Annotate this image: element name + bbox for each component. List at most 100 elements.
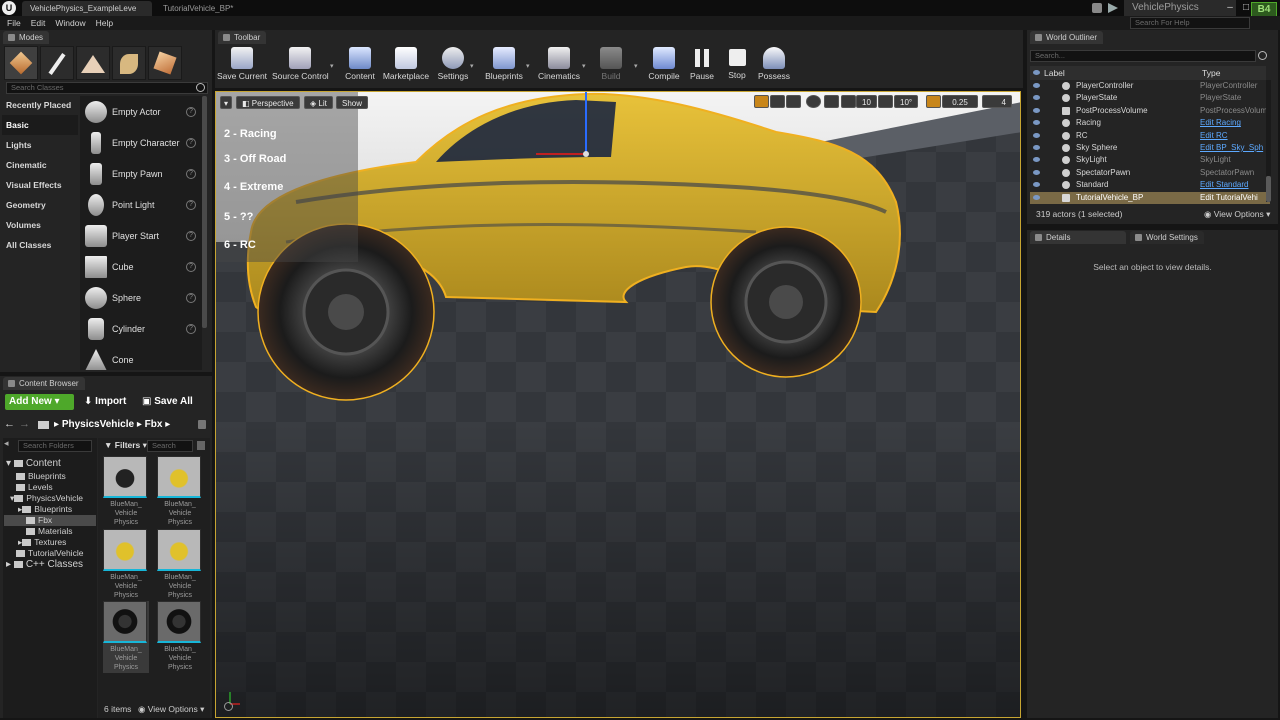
help-icon[interactable]: ?: [186, 231, 196, 241]
minimize-icon[interactable]: –: [1222, 0, 1238, 16]
visibility-eye-icon[interactable]: [1033, 157, 1040, 163]
add-new-button[interactable]: Add New ▾: [5, 394, 74, 410]
actor-cube[interactable]: Cube?: [80, 252, 200, 283]
category-recently-placed[interactable]: Recently Placed: [2, 95, 78, 115]
source-control-dropdown-icon[interactable]: ▾: [330, 62, 334, 70]
category-lights[interactable]: Lights: [2, 135, 78, 155]
tree-materials[interactable]: Materials: [4, 526, 96, 537]
import-button[interactable]: ⬇ Import: [80, 394, 130, 410]
actor-empty-character[interactable]: Empty Character?: [80, 128, 200, 159]
lock-icon[interactable]: [198, 420, 206, 429]
breadcrumb-physicsvehicle[interactable]: PhysicsVehicle: [62, 419, 134, 430]
level-viewport[interactable]: 2 - Racing 3 - Off Road 4 - Extreme 5 - …: [215, 91, 1021, 718]
rotate-tool-icon[interactable]: [770, 95, 785, 108]
actor-player-start[interactable]: Player Start?: [80, 221, 200, 252]
outliner-type-column[interactable]: Type: [1202, 68, 1220, 78]
save-current-button[interactable]: Save Current: [216, 45, 268, 85]
tab-blueprint[interactable]: TutorialVehicle_BP*: [155, 1, 285, 16]
folder-tree-toggle-icon[interactable]: ◂: [4, 438, 13, 450]
filters-button[interactable]: ▼ Filters ▾: [104, 440, 147, 451]
tree-content[interactable]: ▾ Content: [4, 458, 96, 471]
visibility-eye-icon[interactable]: [1033, 95, 1040, 101]
menu-help[interactable]: Help: [91, 16, 118, 30]
forward-icon[interactable]: →: [19, 418, 30, 430]
folder-icon[interactable]: [38, 421, 49, 429]
visibility-eye-icon[interactable]: [1033, 194, 1040, 200]
paint-mode-icon[interactable]: [40, 46, 74, 80]
asset-tile[interactable]: BlueMan_ Vehicle Physics: [157, 601, 203, 673]
outliner-row[interactable]: SpectatorPawn SpectatorPawn: [1030, 167, 1270, 179]
unreal-logo-icon[interactable]: U: [2, 1, 16, 15]
actor-empty-pawn[interactable]: Empty Pawn?: [80, 159, 200, 190]
place-mode-icon[interactable]: [4, 46, 38, 80]
outliner-search-input[interactable]: Search...: [1030, 50, 1256, 62]
category-cinematic[interactable]: Cinematic: [2, 155, 78, 175]
menu-edit[interactable]: Edit: [26, 16, 51, 30]
asset-tile[interactable]: BlueMan_ Vehicle Physics: [157, 456, 203, 528]
tree-pv-blueprints[interactable]: ▸ Blueprints: [4, 504, 96, 515]
outliner-row[interactable]: PlayerController PlayerController: [1030, 80, 1270, 92]
camera-speed-value[interactable]: 4: [982, 95, 1012, 108]
asset-tile[interactable]: BlueMan_ Vehicle Physics: [103, 456, 149, 528]
asset-tile[interactable]: BlueMan_ Vehicle Physics: [103, 601, 149, 673]
breadcrumb-fbx[interactable]: Fbx: [145, 419, 163, 430]
category-all-classes[interactable]: All Classes: [2, 235, 78, 255]
tree-tutorialvehicle[interactable]: TutorialVehicle: [4, 548, 96, 559]
translate-tool-icon[interactable]: [754, 95, 769, 108]
tree-blueprints[interactable]: Blueprints: [4, 471, 96, 482]
settings-dropdown-icon[interactable]: ▾: [470, 62, 474, 70]
help-icon[interactable]: ?: [186, 200, 196, 210]
source-control-status-icon[interactable]: [1092, 3, 1102, 13]
category-basic[interactable]: Basic: [2, 115, 78, 135]
back-icon[interactable]: ←: [4, 418, 15, 430]
outliner-view-options-button[interactable]: ◉ View Options ▾: [1204, 209, 1270, 220]
visibility-eye-icon[interactable]: [1033, 182, 1040, 188]
cinematics-dropdown-icon[interactable]: ▾: [582, 62, 586, 70]
outliner-row[interactable]: PostProcessVolume PostProcessVolum: [1030, 105, 1270, 117]
asset-tile[interactable]: BlueMan_ Vehicle Physics: [157, 529, 203, 601]
category-visual-effects[interactable]: Visual Effects: [2, 175, 78, 195]
landscape-mode-icon[interactable]: [76, 46, 110, 80]
modes-tab[interactable]: Modes: [3, 31, 50, 44]
menu-option-rc[interactable]: 6 - RC: [224, 239, 256, 251]
asset-tile[interactable]: BlueMan_ Vehicle Physics: [103, 529, 149, 601]
visibility-eye-icon[interactable]: [1033, 107, 1040, 113]
modes-scrollbar[interactable]: [202, 96, 207, 328]
search-classes-input[interactable]: Search Classes: [6, 82, 208, 94]
toolbar-tab[interactable]: Toolbar: [218, 31, 267, 44]
tab-level[interactable]: VehiclePhysics_ExampleLeve: [22, 1, 152, 16]
category-volumes[interactable]: Volumes: [2, 215, 78, 235]
build-dropdown-icon[interactable]: ▾: [634, 62, 638, 70]
outliner-scrollbar[interactable]: [1266, 176, 1271, 202]
scale-snap-value[interactable]: 0.25: [942, 95, 978, 108]
grid-snap-icon[interactable]: [841, 95, 856, 108]
outliner-row[interactable]: Sky Sphere Edit BP_Sky_Sph: [1030, 142, 1270, 154]
blueprints-button[interactable]: Blueprints: [478, 45, 530, 85]
outliner-row[interactable]: Standard Edit Standard: [1030, 179, 1270, 191]
tree-textures[interactable]: ▸ Textures: [4, 537, 96, 548]
outliner-label-column[interactable]: Label: [1044, 68, 1065, 78]
notify-icon[interactable]: [1108, 3, 1118, 13]
menu-option-unknown[interactable]: 5 - ??: [224, 211, 253, 223]
outliner-row[interactable]: PlayerState PlayerState: [1030, 92, 1270, 104]
help-icon[interactable]: ?: [186, 169, 196, 179]
grid-snap-value[interactable]: 10: [856, 95, 877, 108]
save-search-icon[interactable]: [197, 441, 205, 450]
menu-option-off-road[interactable]: 3 - Off Road: [224, 153, 286, 165]
blueprints-dropdown-icon[interactable]: ▾: [526, 62, 530, 70]
outliner-row[interactable]: Racing Edit Racing: [1030, 117, 1270, 129]
help-search-input[interactable]: Search For Help: [1130, 17, 1250, 29]
actor-cone[interactable]: Cone: [80, 345, 200, 370]
rotation-snap-icon[interactable]: [878, 95, 893, 108]
marketplace-button[interactable]: Marketplace: [380, 45, 432, 85]
tree-levels[interactable]: Levels: [4, 482, 96, 493]
visibility-eye-icon[interactable]: [1033, 132, 1040, 138]
visibility-eye-icon[interactable]: [1033, 120, 1040, 126]
scale-tool-icon[interactable]: [786, 95, 801, 108]
visibility-eye-icon[interactable]: [1033, 145, 1040, 150]
viewport-options-button[interactable]: ▾: [220, 96, 232, 109]
content-browser-tab[interactable]: Content Browser: [3, 377, 85, 390]
perspective-button[interactable]: ◧ Perspective: [236, 96, 300, 109]
tree-physicsvehicle[interactable]: ▾ PhysicsVehicle: [4, 493, 96, 504]
actor-point-light[interactable]: Point Light?: [80, 190, 200, 221]
